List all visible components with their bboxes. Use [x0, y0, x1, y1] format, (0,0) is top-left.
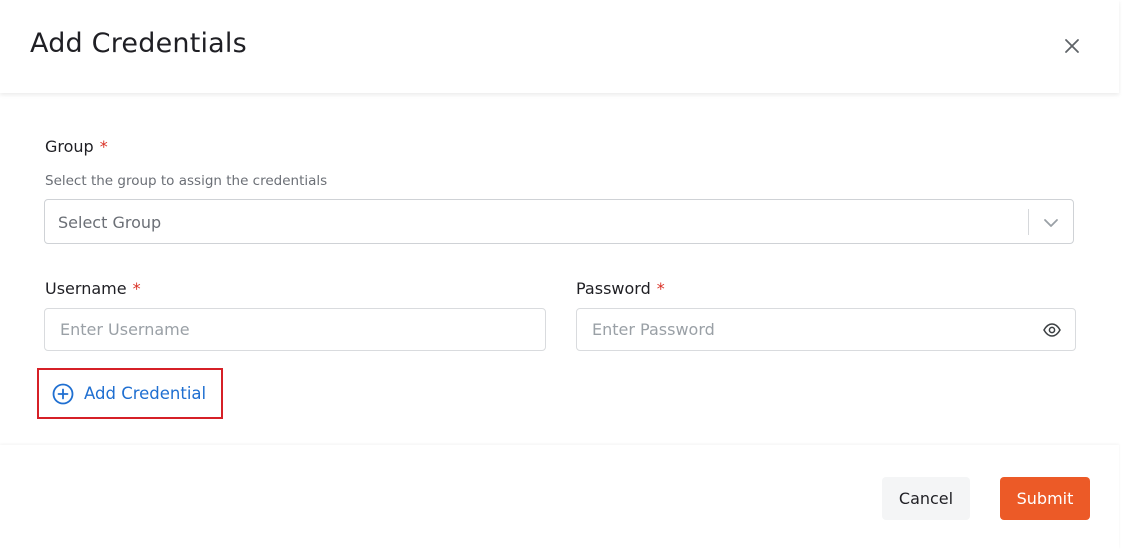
cancel-button[interactable]: Cancel — [882, 477, 970, 520]
group-help-text: Select the group to assign the credentia… — [45, 173, 328, 189]
group-required-marker: * — [99, 137, 108, 156]
username-input[interactable] — [44, 308, 546, 351]
password-input[interactable] — [576, 308, 1076, 351]
select-separator — [1028, 209, 1029, 235]
plus-circle-icon — [52, 383, 74, 405]
group-select-toggle[interactable] — [1040, 212, 1062, 234]
username-label: Username * — [45, 279, 141, 298]
username-label-text: Username — [45, 279, 127, 298]
password-required-marker: * — [656, 279, 665, 298]
password-label-text: Password — [576, 279, 651, 298]
group-label-text: Group — [45, 137, 94, 156]
group-label: Group * — [45, 137, 108, 156]
group-select-placeholder: Select Group — [58, 213, 162, 232]
submit-button[interactable]: Submit — [1000, 477, 1090, 520]
group-select[interactable]: Select Group — [44, 199, 1074, 244]
dialog-footer: Cancel Submit — [0, 445, 1119, 549]
dialog-title: Add Credentials — [30, 28, 247, 59]
dialog-body: Group * Select the group to assign the cr… — [0, 93, 1119, 443]
add-credentials-dialog: Add Credentials Group * Select the group … — [0, 0, 1122, 549]
add-credential-label: Add Credential — [84, 384, 207, 403]
eye-icon — [1043, 323, 1061, 337]
close-icon — [1065, 39, 1079, 53]
add-credential-button[interactable]: Add Credential — [37, 368, 223, 419]
close-button[interactable] — [1060, 34, 1084, 58]
dialog-header: Add Credentials — [0, 0, 1119, 93]
username-required-marker: * — [132, 279, 141, 298]
chevron-down-icon — [1044, 219, 1058, 227]
password-visibility-toggle[interactable] — [1042, 321, 1062, 339]
password-label: Password * — [576, 279, 665, 298]
